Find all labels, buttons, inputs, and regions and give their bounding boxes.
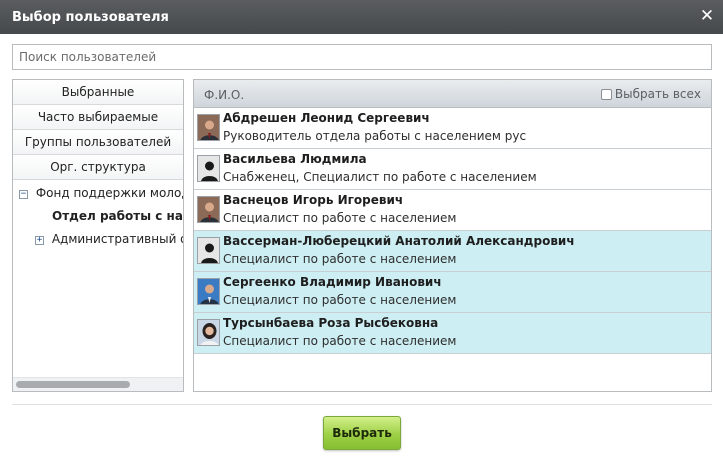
avatar	[197, 196, 220, 223]
tree-node-fund[interactable]: − Фонд поддержки молоде	[19, 185, 184, 201]
user-role: Руководитель отдела работы с населением …	[223, 129, 527, 143]
expand-icon[interactable]: +	[35, 236, 44, 245]
sidebar-item-user-groups[interactable]: Группы пользователей	[13, 130, 183, 155]
avatar	[197, 114, 220, 141]
user-role: Специалист по работе с населением	[223, 334, 457, 348]
scrollbar-thumb[interactable]	[16, 381, 130, 388]
user-name: Абдрешен Леонид Сергеевич	[223, 111, 430, 125]
list-header: Ф.И.О. Выбрать всех	[194, 80, 711, 108]
user-row[interactable]: Сергеенко Владимир Иванович Специалист по…	[194, 272, 711, 313]
tree-node-label: Фонд поддержки молоде	[35, 186, 184, 200]
user-role: Специалист по работе с населением	[223, 293, 457, 307]
tree-node-label: Административный от	[51, 232, 184, 246]
user-name: Турсынбаева Роза Рысбековна	[223, 316, 439, 330]
select-all-checkbox[interactable]	[600, 88, 612, 100]
avatar	[197, 155, 220, 182]
select-all-toggle[interactable]: Выбрать всех	[600, 87, 701, 101]
avatar	[197, 237, 220, 264]
sidebar: Выбранные Часто выбираемые Группы пользо…	[12, 79, 184, 392]
footer-divider	[12, 404, 712, 405]
sidebar-item-selected[interactable]: Выбранные	[13, 80, 183, 105]
sidebar-item-frequent[interactable]: Часто выбираемые	[13, 105, 183, 130]
avatar	[197, 319, 220, 346]
close-icon[interactable]: ✕	[699, 7, 715, 25]
user-row[interactable]: Васильева Людмила Снабженец, Специалист п…	[194, 149, 711, 190]
user-role: Специалист по работе с населением	[223, 252, 457, 266]
user-name: Сергеенко Владимир Иванович	[223, 275, 442, 289]
search-input[interactable]	[12, 44, 712, 70]
user-row[interactable]: Вассерман-Люберецкий Анатолий Александро…	[194, 231, 711, 272]
select-button[interactable]: Выбрать	[323, 416, 401, 450]
user-list: Абдрешен Леонид Сергеевич Руководитель от…	[194, 108, 711, 354]
dialog-titlebar: Выбор пользователя ✕	[0, 0, 723, 34]
user-row[interactable]: Васнецов Игорь Игоревич Специалист по раб…	[194, 190, 711, 231]
user-role: Снабженец, Специалист по работе с населе…	[223, 170, 537, 184]
horizontal-scrollbar[interactable]	[13, 377, 183, 391]
select-all-label: Выбрать всех	[614, 87, 701, 101]
column-header-name: Ф.И.О.	[204, 88, 245, 102]
tree-node-admin[interactable]: + Административный от	[35, 231, 184, 247]
user-list-panel: Ф.И.О. Выбрать всех Абдрешен Леонид Серг…	[193, 79, 712, 392]
tree-node-department[interactable]: Отдел работы с нас	[52, 208, 184, 224]
user-row[interactable]: Турсынбаева Роза Рысбековна Специалист по…	[194, 313, 711, 354]
tree-node-label: Отдел работы с нас	[52, 209, 184, 223]
sidebar-item-org-structure[interactable]: Орг. структура	[13, 155, 183, 180]
collapse-icon[interactable]: −	[19, 190, 28, 199]
user-role: Специалист по работе с населением	[223, 211, 457, 225]
org-tree: − Фонд поддержки молоде Отдел работы с н…	[13, 180, 184, 391]
user-name: Вассерман-Люберецкий Анатолий Александро…	[223, 234, 575, 248]
user-name: Васильева Людмила	[223, 152, 367, 166]
user-row[interactable]: Абдрешен Леонид Сергеевич Руководитель от…	[194, 108, 711, 149]
user-name: Васнецов Игорь Игоревич	[223, 193, 404, 207]
dialog-title: Выбор пользователя	[12, 10, 169, 25]
avatar	[197, 278, 220, 305]
